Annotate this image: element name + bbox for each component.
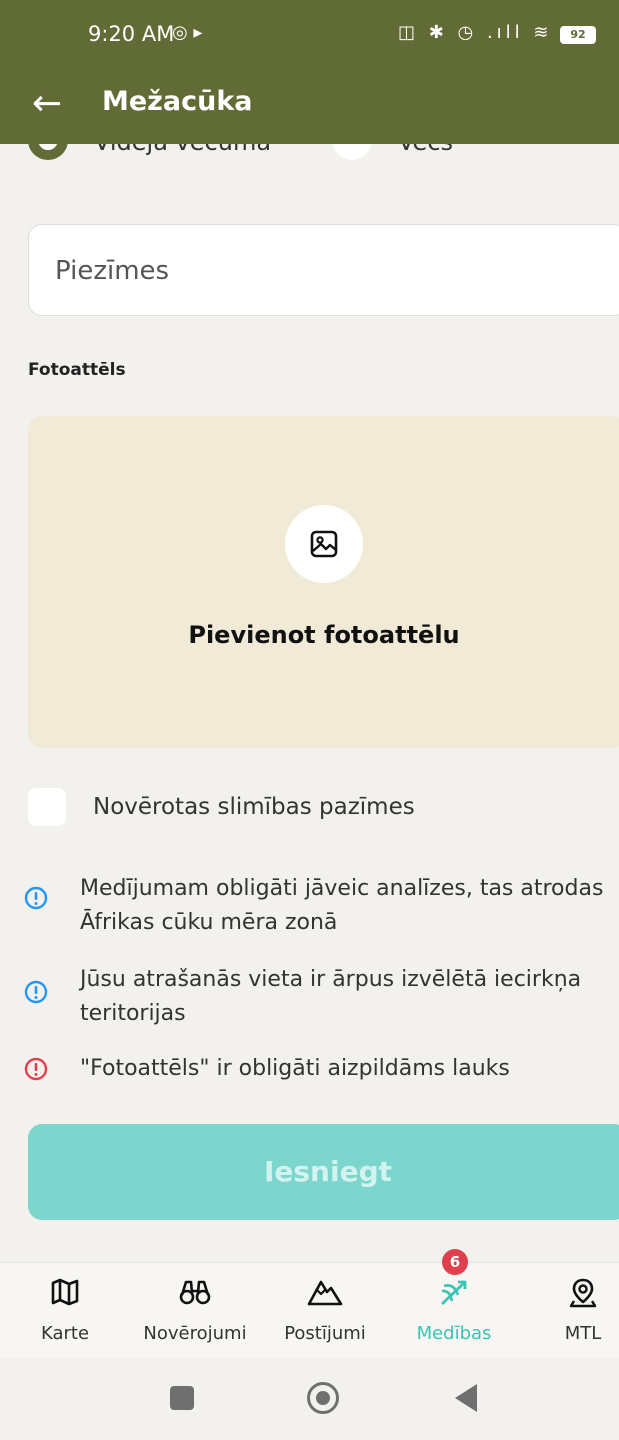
message-outside-territory: Jūsu atrašanās vieta ir ārpus izvēlētā i… <box>80 967 582 1026</box>
back-arrow-icon[interactable]: ← <box>32 84 62 124</box>
add-photo-area[interactable]: Pievienot fotoattēlu <box>28 416 619 748</box>
notes-input[interactable]: Piezīmes <box>28 224 619 316</box>
disease-signs-label: Novērotas slimības pazīmes <box>93 794 415 820</box>
nav-item-medības[interactable]: 6 Medības <box>399 1249 509 1359</box>
hunting-icon <box>441 1280 467 1306</box>
bottom-nav: Karte Novērojumi Postījumi 6 Medības MTL <box>0 1249 619 1359</box>
status-bar: 9:20 AM ◎ ▸ ◫ ✱ ◷ .ıll ≋ 92 <box>0 0 619 72</box>
status-left-icons: ◎ ▸ <box>172 22 203 43</box>
notification-badge: 6 <box>442 1249 468 1275</box>
image-icon-circle <box>285 505 363 583</box>
nav-label-novērojumi: Novērojumi <box>143 1323 247 1344</box>
nav-label-mtl: MTL <box>564 1323 602 1344</box>
location-pin-icon <box>569 1278 597 1308</box>
nav-label-medības: Medības <box>416 1323 492 1344</box>
app-bar: ← Mežacūka <box>0 72 619 144</box>
radio-old[interactable] <box>332 144 372 160</box>
page-title: Mežacūka <box>102 86 253 117</box>
nav-item-postījumi[interactable]: Postījumi <box>270 1263 380 1359</box>
photo-section-label: Fotoattēls <box>28 360 126 380</box>
mountain-icon <box>307 1280 343 1306</box>
binoculars-icon <box>179 1280 211 1305</box>
nav-label-postījumi: Postījumi <box>284 1323 366 1344</box>
nav-item-mtl[interactable]: MTL <box>528 1263 619 1359</box>
disease-signs-checkbox[interactable] <box>28 788 66 826</box>
info-icon <box>24 980 48 1004</box>
image-icon <box>310 530 338 558</box>
age-radio-group: Vidēja vecuma Vecs <box>0 144 619 166</box>
message-photo-required: "Fotoattēls" ir obligāti aizpildāms lauk… <box>80 1056 510 1081</box>
status-time: 9:20 AM <box>88 22 175 46</box>
nav-item-novērojumi[interactable]: Novērojumi <box>140 1263 250 1359</box>
radio-label-old: Vecs <box>398 144 453 156</box>
submit-button[interactable]: Iesniegt <box>28 1124 619 1220</box>
radio-middle-aged[interactable] <box>28 144 68 160</box>
nav-label-karte: Karte <box>40 1323 90 1344</box>
info-icon <box>24 886 48 910</box>
system-back-icon[interactable] <box>455 1384 477 1412</box>
message-analysis-required: Medījumam obligāti jāveic analīzes, tas … <box>80 876 604 935</box>
map-icon <box>51 1278 79 1306</box>
status-right-icons: ◫ ✱ ◷ .ıll ≋ <box>398 22 553 43</box>
recent-apps-icon[interactable] <box>170 1386 194 1410</box>
radio-label-middle-aged: Vidēja vecuma <box>94 144 271 156</box>
battery-icon: 92 <box>560 26 596 44</box>
error-icon <box>24 1057 48 1081</box>
home-icon[interactable] <box>307 1382 339 1414</box>
nav-item-karte[interactable]: Karte <box>10 1263 120 1359</box>
add-photo-label: Pievienot fotoattēlu <box>188 621 460 649</box>
system-nav-bar <box>0 1358 619 1440</box>
